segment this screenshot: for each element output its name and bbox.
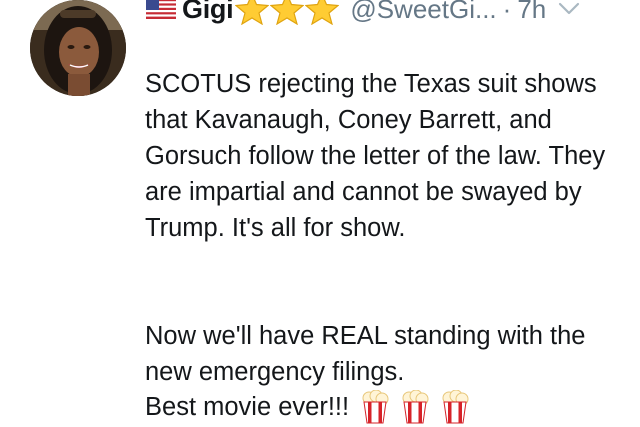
avatar[interactable] [30,0,126,96]
avatar-image [30,0,126,96]
tweet-paragraph-3: Best movie ever!!! [145,392,350,421]
user-handle[interactable]: @SweetGi... [350,0,496,25]
separator-dot: · [502,0,512,24]
star-icon [270,0,305,25]
tweet-text: SCOTUS rejecting the Texas suit shows th… [145,30,625,426]
chevron-down-icon[interactable] [558,2,580,16]
tweet-paragraph-1: SCOTUS rejecting the Texas suit shows th… [145,70,606,242]
popcorn-icon [442,390,469,424]
popcorn-icon [402,390,429,424]
tweet-last-line: Best movie ever!!! [145,390,469,424]
star-emoji-group [235,0,340,25]
tweet-paragraph-2: Now we'll have REAL standing with the ne… [145,322,586,386]
popcorn-icon [362,390,389,424]
us-flag-icon [146,0,176,19]
tweet-header: Gigi @SweetGi... · 7h [146,0,626,28]
display-name[interactable]: Gigi [182,0,234,25]
timestamp[interactable]: 7h [517,0,546,25]
tweet[interactable]: Gigi @SweetGi... · 7h SCOTUS rejecting t… [0,0,640,427]
star-icon [305,0,340,25]
star-icon [235,0,270,25]
